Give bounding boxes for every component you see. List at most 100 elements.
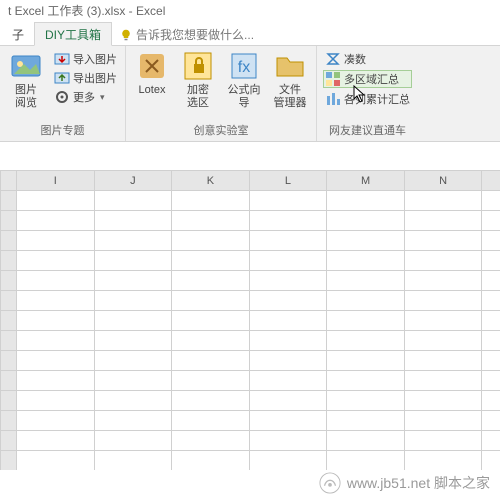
row-header[interactable]: [1, 391, 17, 411]
table-row[interactable]: [1, 251, 500, 271]
row-header[interactable]: [1, 311, 17, 331]
table-row[interactable]: [1, 191, 500, 211]
cell[interactable]: [482, 271, 500, 291]
cell[interactable]: [172, 251, 250, 271]
encrypt-selection-button[interactable]: 加密 选区: [178, 50, 218, 123]
row-header[interactable]: [1, 411, 17, 431]
cell[interactable]: [17, 231, 95, 251]
cell[interactable]: [172, 431, 250, 451]
spreadsheet-area[interactable]: I J K L M N O: [0, 142, 500, 470]
row-header[interactable]: [1, 371, 17, 391]
cell[interactable]: [172, 351, 250, 371]
col-header[interactable]: M: [327, 171, 405, 191]
cell[interactable]: [404, 211, 482, 231]
export-image-button[interactable]: 导出图片: [52, 69, 119, 87]
cell[interactable]: [249, 191, 327, 211]
cell[interactable]: [172, 271, 250, 291]
cell[interactable]: [94, 431, 172, 451]
cell[interactable]: [327, 431, 405, 451]
cell[interactable]: [94, 191, 172, 211]
table-row[interactable]: [1, 411, 500, 431]
cell[interactable]: [482, 191, 500, 211]
cell[interactable]: [172, 331, 250, 351]
cell[interactable]: [17, 191, 95, 211]
cell[interactable]: [17, 251, 95, 271]
cell[interactable]: [249, 231, 327, 251]
cell[interactable]: [94, 291, 172, 311]
cell[interactable]: [327, 311, 405, 331]
cell[interactable]: [404, 271, 482, 291]
cell[interactable]: [249, 311, 327, 331]
cell[interactable]: [249, 331, 327, 351]
cell[interactable]: [482, 291, 500, 311]
cell[interactable]: [172, 371, 250, 391]
cell[interactable]: [249, 271, 327, 291]
cell[interactable]: [404, 191, 482, 211]
cell[interactable]: [482, 351, 500, 371]
cell[interactable]: [327, 411, 405, 431]
cell[interactable]: [327, 291, 405, 311]
cell[interactable]: [249, 371, 327, 391]
import-image-button[interactable]: 导入图片: [52, 50, 119, 68]
cell[interactable]: [404, 391, 482, 411]
cell[interactable]: [17, 271, 95, 291]
table-row[interactable]: [1, 331, 500, 351]
cell[interactable]: [404, 411, 482, 431]
cell[interactable]: [404, 311, 482, 331]
cell[interactable]: [482, 251, 500, 271]
cell[interactable]: [94, 211, 172, 231]
cell[interactable]: [249, 431, 327, 451]
cell[interactable]: [482, 211, 500, 231]
cell[interactable]: [482, 451, 500, 471]
row-header[interactable]: [1, 431, 17, 451]
cell[interactable]: [172, 411, 250, 431]
cell[interactable]: [327, 391, 405, 411]
cell[interactable]: [17, 411, 95, 431]
cell[interactable]: [327, 271, 405, 291]
table-row[interactable]: [1, 291, 500, 311]
cell[interactable]: [404, 291, 482, 311]
row-header[interactable]: [1, 191, 17, 211]
row-header[interactable]: [1, 451, 17, 471]
cell[interactable]: [327, 371, 405, 391]
row-header[interactable]: [1, 211, 17, 231]
cell[interactable]: [249, 291, 327, 311]
cell[interactable]: [172, 391, 250, 411]
col-header[interactable]: O: [482, 171, 500, 191]
table-row[interactable]: [1, 271, 500, 291]
cell[interactable]: [404, 251, 482, 271]
tab-partial[interactable]: 子: [2, 23, 34, 45]
table-row[interactable]: [1, 351, 500, 371]
row-header[interactable]: [1, 351, 17, 371]
cell[interactable]: [94, 371, 172, 391]
more-images-button[interactable]: 更多 ▾: [52, 88, 119, 106]
table-row[interactable]: [1, 391, 500, 411]
table-row[interactable]: [1, 231, 500, 251]
cell[interactable]: [482, 371, 500, 391]
cell[interactable]: [17, 391, 95, 411]
row-header[interactable]: [1, 291, 17, 311]
row-header[interactable]: [1, 271, 17, 291]
cell[interactable]: [94, 411, 172, 431]
row-header[interactable]: [1, 231, 17, 251]
cell[interactable]: [249, 451, 327, 471]
cell[interactable]: [249, 391, 327, 411]
cell[interactable]: [17, 351, 95, 371]
table-row[interactable]: [1, 431, 500, 451]
cell[interactable]: [249, 211, 327, 231]
cell[interactable]: [249, 411, 327, 431]
cell[interactable]: [327, 331, 405, 351]
cell[interactable]: [404, 351, 482, 371]
cell[interactable]: [249, 351, 327, 371]
cell[interactable]: [327, 351, 405, 371]
col-header[interactable]: K: [172, 171, 250, 191]
table-row[interactable]: [1, 211, 500, 231]
table-row[interactable]: [1, 451, 500, 471]
cell[interactable]: [404, 231, 482, 251]
cell[interactable]: [17, 291, 95, 311]
cell[interactable]: [172, 311, 250, 331]
cell[interactable]: [17, 211, 95, 231]
table-row[interactable]: [1, 311, 500, 331]
cell[interactable]: [404, 451, 482, 471]
col-header[interactable]: I: [17, 171, 95, 191]
